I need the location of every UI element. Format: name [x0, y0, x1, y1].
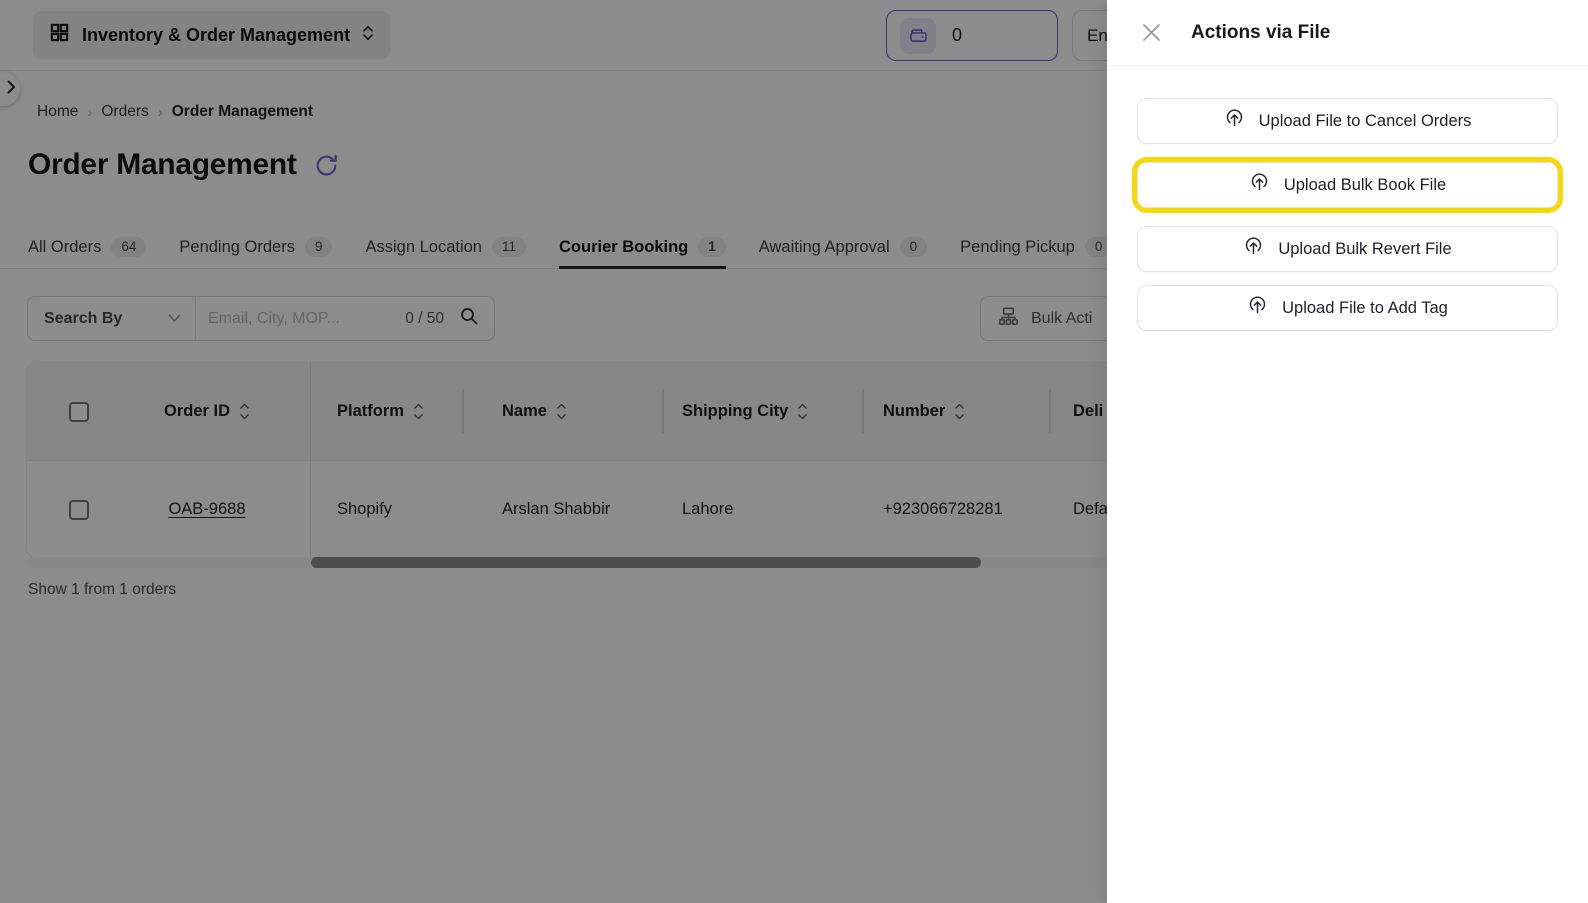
upload-bulk-book-file-button[interactable]: Upload Bulk Book File: [1137, 162, 1558, 208]
order-management-page: Inventory & Order Management 0 Eng: [0, 0, 1588, 903]
upload-bulk-revert-file-button[interactable]: Upload Bulk Revert File: [1137, 226, 1558, 272]
upload-cloud-icon: [1243, 236, 1264, 262]
drawer-body: Upload File to Cancel Orders Upload Bulk…: [1107, 66, 1588, 363]
drawer-title: Actions via File: [1191, 22, 1330, 44]
upload-cloud-icon: [1247, 295, 1268, 321]
actions-via-file-drawer: Actions via File Upload File to Cancel O…: [1107, 0, 1588, 903]
action-button-label: Upload Bulk Book File: [1284, 176, 1446, 195]
action-button-label: Upload File to Add Tag: [1282, 299, 1448, 318]
upload-file-to-add-tag-button[interactable]: Upload File to Add Tag: [1137, 285, 1558, 331]
upload-cloud-icon: [1249, 172, 1270, 198]
drawer-header: Actions via File: [1107, 0, 1588, 66]
action-button-label: Upload File to Cancel Orders: [1259, 112, 1472, 131]
upload-cloud-icon: [1224, 108, 1245, 134]
action-button-label: Upload Bulk Revert File: [1278, 240, 1451, 259]
upload-file-to-cancel-orders-button[interactable]: Upload File to Cancel Orders: [1137, 98, 1558, 144]
close-icon[interactable]: [1137, 19, 1165, 47]
